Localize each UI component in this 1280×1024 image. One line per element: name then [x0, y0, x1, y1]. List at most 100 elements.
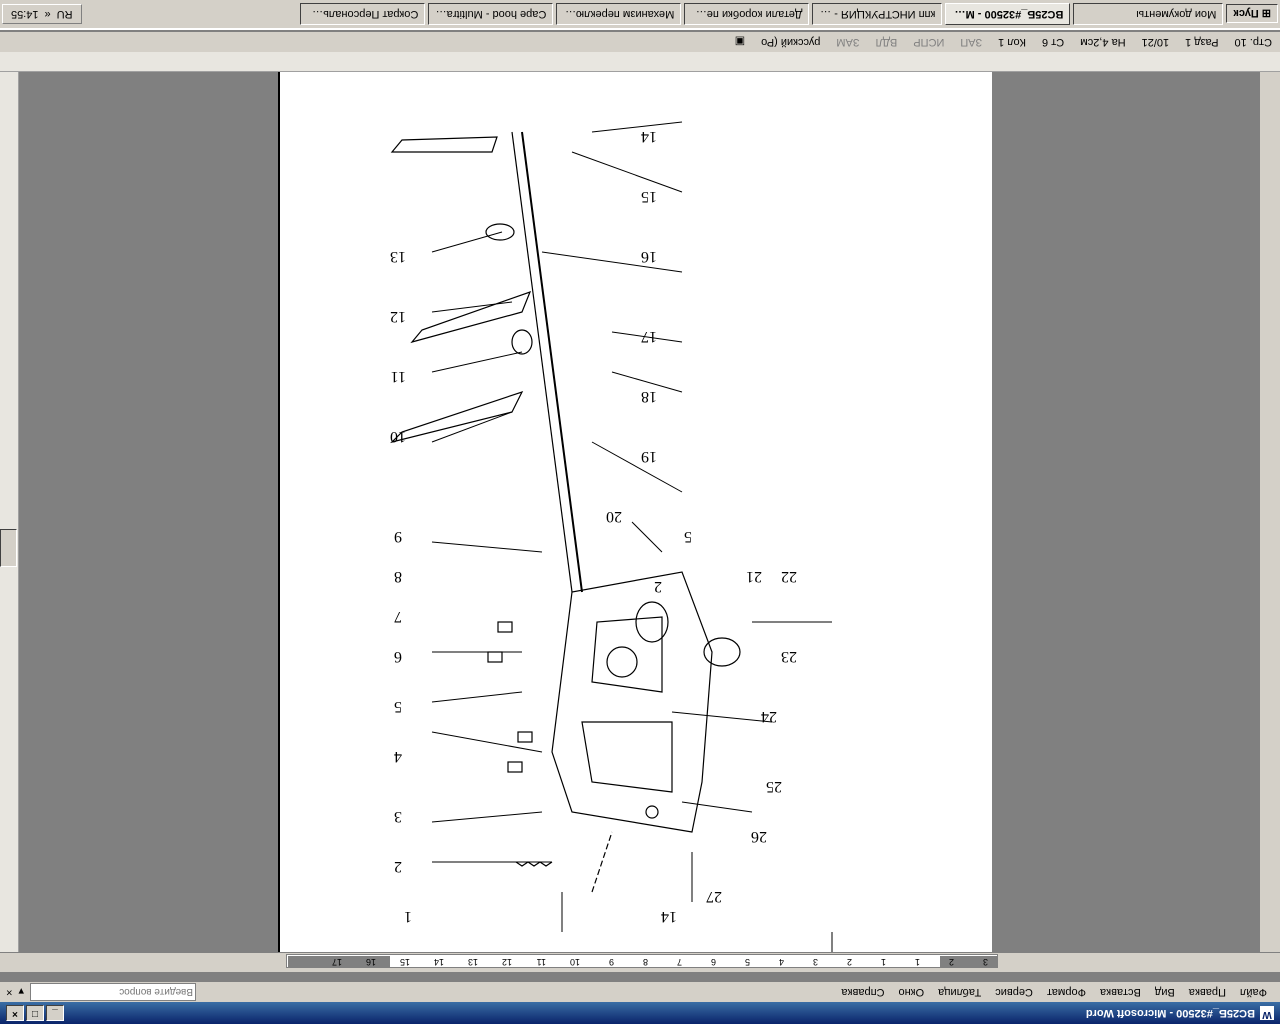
tray-arrow-icon[interactable]: « [45, 8, 51, 20]
menu-view[interactable]: Вид [1148, 986, 1182, 998]
task-my-documents[interactable]: Мои документы [1073, 3, 1224, 25]
callout-13: 13 [390, 248, 406, 265]
ring-bracket [485, 223, 515, 241]
callout-3: 3 [394, 808, 402, 825]
callout-26: 26 [751, 828, 767, 845]
leader-25 [681, 801, 753, 813]
ruler-tick: 4 [778, 957, 784, 967]
leader-10 [431, 411, 513, 443]
ruler-tick: 3 [812, 957, 818, 967]
minimize-button[interactable]: _ [46, 1005, 64, 1021]
task-socrat[interactable]: Сократ Персональный ... [300, 3, 426, 25]
callout-14-top: 14 [641, 128, 657, 145]
task-details[interactable]: Детали коробки перед... [684, 3, 810, 25]
ruler-tick: 2 [846, 957, 852, 967]
menu-edit[interactable]: Правка [1182, 986, 1233, 998]
callout-2: 2 [394, 858, 402, 875]
taskbar: ⊞ Пуск Мои документы BC25Б_#32500 - Mic.… [0, 0, 1280, 30]
horizontal-scrollbar[interactable] [0, 52, 1280, 72]
spelling-status-icon[interactable]: ▣ [735, 36, 745, 49]
bolt-a [487, 651, 503, 663]
title-bar: W BC25Б_#32500 - Microsoft Word _ □ × [0, 1002, 1280, 1024]
leader-16 [541, 251, 683, 273]
clock: 14:55 [11, 8, 39, 20]
status-section: Разд 1 [1185, 36, 1219, 48]
task-word-active[interactable]: BC25Б_#32500 - Mic... [945, 3, 1071, 25]
bolt-c [507, 761, 523, 773]
horizontal-ruler[interactable]: 3 2 1 1 2 3 4 5 6 7 8 9 10 11 12 13 14 15 16 17 [0, 952, 1280, 972]
leader-24 [671, 711, 773, 723]
maximize-button[interactable]: □ [26, 1005, 44, 1021]
ruler-tick: 5 [744, 957, 750, 967]
cover-window [591, 616, 663, 693]
leader-14-top [591, 121, 683, 133]
window-title: BC25Б_#32500 - Microsoft Word [1085, 1007, 1255, 1019]
close-document-icon[interactable]: × [6, 986, 12, 998]
cover-boss [606, 646, 638, 678]
callout-9: 9 [394, 528, 402, 545]
status-col: Кол 1 [998, 36, 1026, 48]
status-rec[interactable]: ЗАП [960, 36, 982, 48]
dropdown-arrow-icon[interactable]: ▾ [18, 986, 24, 999]
callout-21: 21 [746, 568, 762, 585]
close-button[interactable]: × [6, 1005, 24, 1021]
menu-file[interactable]: Файл [1233, 986, 1274, 998]
callout-16: 16 [641, 248, 657, 265]
shift-head [511, 329, 533, 355]
callout-24: 24 [761, 708, 777, 725]
task-mechanism[interactable]: Механизм переключен... [556, 3, 682, 25]
status-line: Ст 6 [1042, 36, 1065, 48]
status-ext[interactable]: ВДЛ [875, 36, 897, 48]
document-page[interactable]: 1 2 3 4 5 6 7 8 9 10 11 12 13 14 14 15 1… [278, 72, 992, 952]
language-indicator[interactable]: RU [57, 8, 73, 20]
leader-9 [431, 541, 543, 553]
callout-12: 12 [390, 308, 406, 325]
leader-20 [631, 521, 663, 553]
menu-tools[interactable]: Сервис [988, 986, 1040, 998]
callout-15: 15 [641, 188, 657, 205]
leader-13 [431, 231, 503, 253]
callout-5-right: 5 [684, 528, 692, 545]
callout-5: 5 [394, 698, 402, 715]
callout-1: 1 [404, 908, 412, 925]
status-ovr[interactable]: ЗАМ [836, 36, 859, 48]
status-trk[interactable]: ИСПР [913, 36, 944, 48]
ruler-tick: 1 [880, 957, 886, 967]
word-icon: W [1260, 1006, 1274, 1020]
callout-27: 27 [706, 888, 722, 905]
centerline [591, 831, 613, 893]
ruler-tick: 10 [569, 957, 580, 967]
bolt-d [517, 731, 533, 743]
menu-help[interactable]: Справка [834, 986, 891, 998]
scroll-thumb[interactable] [0, 529, 17, 567]
status-language[interactable]: русский (Ро [761, 36, 820, 48]
status-pages: 10/21 [1141, 36, 1170, 48]
vertical-ruler[interactable] [1259, 72, 1280, 952]
leader-15 [571, 151, 683, 193]
callout-14-bottom: 14 [661, 908, 677, 925]
callout-25: 25 [766, 778, 782, 795]
callout-20: 20 [606, 508, 622, 525]
menu-insert[interactable]: Вставка [1093, 986, 1148, 998]
shift-rod [521, 131, 583, 593]
ruler-tick: 8 [642, 957, 648, 967]
cover-hole [645, 805, 659, 819]
menu-table[interactable]: Таблица [931, 986, 988, 998]
callout-19: 19 [641, 448, 657, 465]
vertical-scrollbar[interactable] [0, 72, 19, 952]
ruler-tick: 7 [676, 957, 682, 967]
start-button[interactable]: ⊞ Пуск [1226, 4, 1278, 24]
cover-housing [551, 571, 713, 833]
ask-question-input[interactable] [29, 983, 196, 1001]
menu-window[interactable]: Окно [892, 986, 932, 998]
ruler-tick: 16 [365, 957, 376, 967]
task-multitran[interactable]: Cape hood - Multitran - ... [428, 3, 554, 25]
ruler-tick: 1 [914, 957, 920, 967]
ruler-tick: 2 [948, 957, 954, 967]
menu-format[interactable]: Формат [1040, 986, 1093, 998]
ruler-tick: 14 [433, 957, 444, 967]
status-at: На 4,2см [1080, 36, 1126, 48]
task-instruction[interactable]: кпп ИНСТРУКЦИЯ - Mic... [812, 3, 943, 25]
screen: W BC25Б_#32500 - Microsoft Word _ □ × Фа… [0, 0, 1280, 1024]
ruler-tick: 13 [467, 957, 478, 967]
